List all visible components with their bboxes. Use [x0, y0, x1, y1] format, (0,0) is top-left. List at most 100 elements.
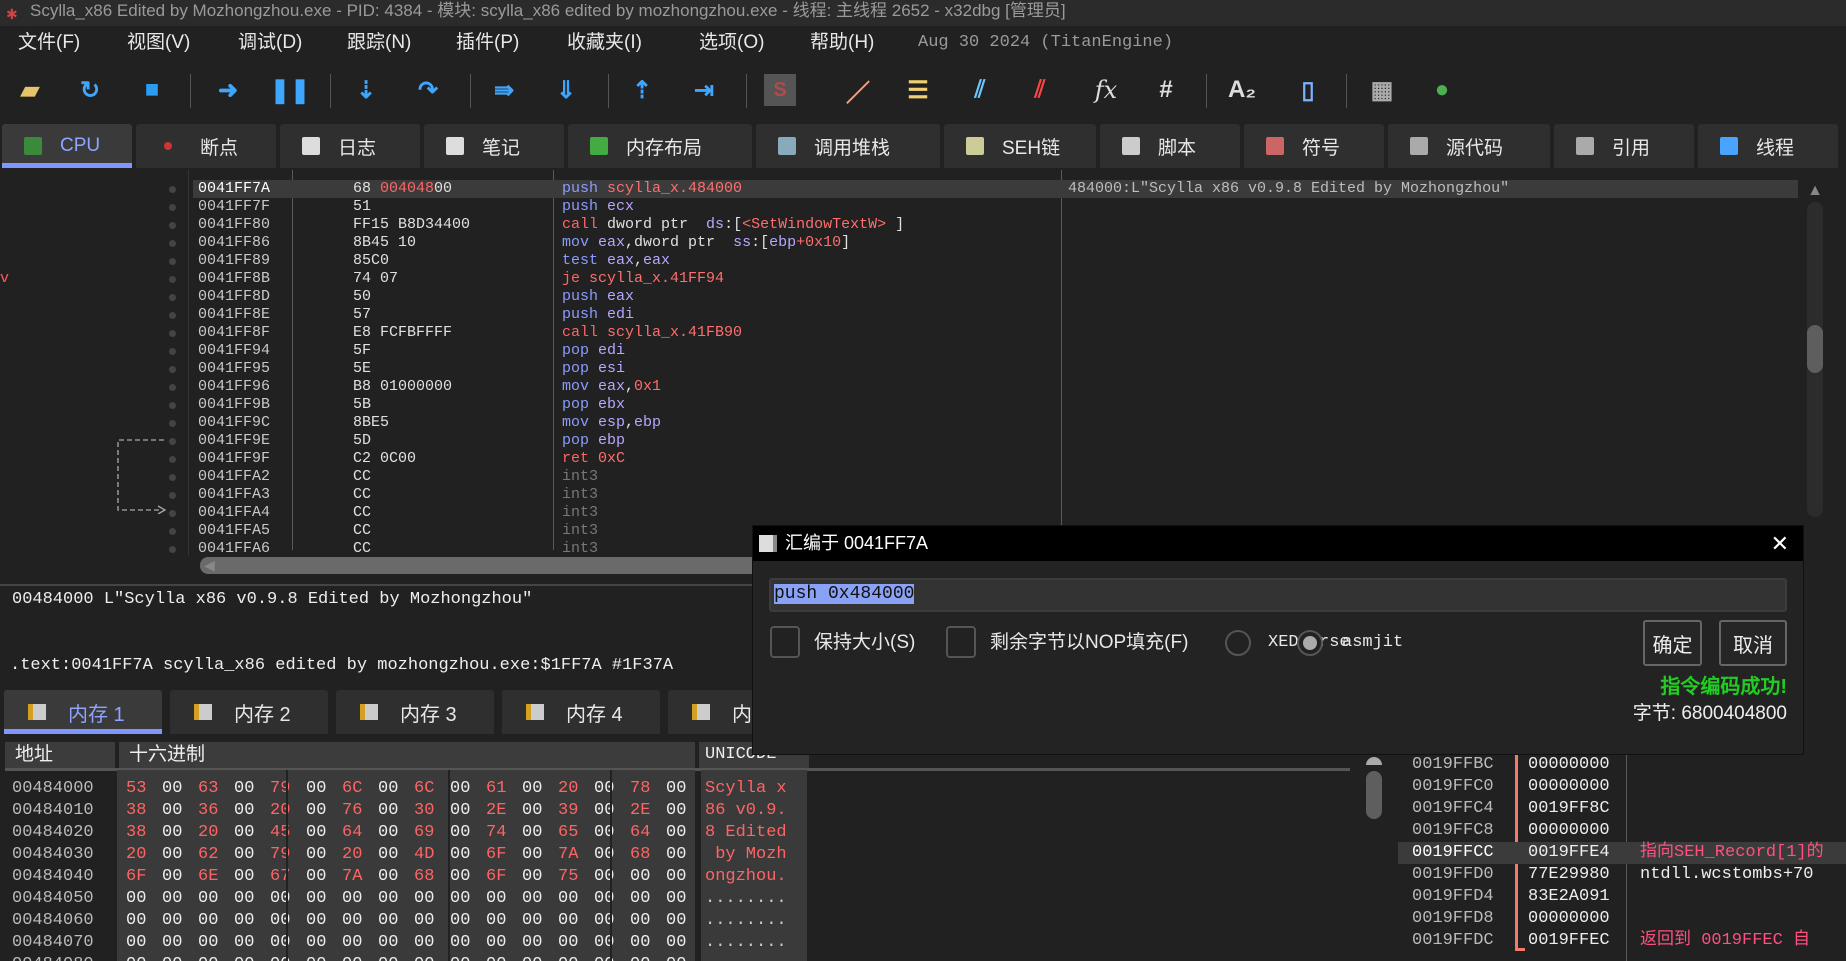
dump-byte[interactable]: 00 [666, 778, 686, 800]
breakpoint-marker[interactable] [169, 204, 176, 211]
dump-byte[interactable]: 00 [162, 954, 182, 961]
menu-item[interactable]: 调试(D) [238, 30, 302, 56]
menu-item[interactable]: 选项(O) [699, 30, 764, 56]
dump-byte[interactable]: 6F [486, 844, 506, 866]
tab-4[interactable]: 内存布局 [568, 124, 752, 168]
fill-nop-label[interactable]: 剩余字节以NOP填充(F) [990, 630, 1188, 656]
breakpoint-marker[interactable] [169, 492, 176, 499]
dump-byte[interactable]: 00 [162, 910, 182, 932]
dump-byte[interactable]: 00 [306, 888, 326, 910]
disasm-row[interactable]: 0041FF8E 57 push edi [0, 306, 1800, 324]
stack-row[interactable]: 0019FFD8 00000000 [1398, 908, 1846, 930]
dump-byte[interactable]: 00 [378, 822, 398, 844]
keep-size-label[interactable]: 保持大小(S) [814, 630, 915, 656]
dump-byte[interactable]: 53 [126, 778, 146, 800]
disasm-row[interactable]: 0041FF80 FF15 B8D34400 call dword ptr ds:[… [0, 216, 1800, 234]
dump-tab-4[interactable]: 内存 4 [502, 690, 660, 734]
dump-byte[interactable]: 00 [306, 800, 326, 822]
dump-byte[interactable]: 00 [666, 954, 686, 961]
dump-byte[interactable]: 00 [450, 844, 470, 866]
stack-scrollbar[interactable] [1363, 753, 1385, 961]
dump-byte[interactable]: 74 [486, 822, 506, 844]
breakpoint-marker[interactable] [169, 186, 176, 193]
breakpoint-marker[interactable] [169, 330, 176, 337]
dump-byte[interactable]: 00 [522, 866, 542, 888]
dump-byte[interactable]: 00 [342, 910, 362, 932]
asmjit-radio[interactable] [1297, 630, 1323, 656]
menu-item[interactable]: 收藏夹(I) [567, 30, 642, 56]
dump-byte[interactable]: 20 [558, 778, 578, 800]
dump-byte[interactable]: 68 [630, 844, 650, 866]
dump-byte[interactable]: 20 [126, 844, 146, 866]
dump-byte[interactable]: 00 [558, 910, 578, 932]
tab-2[interactable]: 日志 [280, 124, 420, 168]
disasm-row[interactable]: 0041FF8B v 74 07 je scylla_x.41FF94 [0, 270, 1800, 288]
dump-header-hex[interactable]: 十六进制 [119, 742, 695, 768]
dump-byte[interactable]: 20 [198, 822, 218, 844]
dump-byte[interactable]: 00 [378, 866, 398, 888]
dump-byte[interactable]: 2E [486, 800, 506, 822]
dump-byte[interactable]: 00 [234, 888, 254, 910]
dump-byte[interactable]: 00 [234, 778, 254, 800]
disassembly-view[interactable]: ▲ 0041FF7A 68 00404800 push scylla_x.48400… [0, 170, 1830, 556]
breakpoint-marker[interactable] [169, 456, 176, 463]
dump-byte[interactable]: 00 [666, 932, 686, 954]
dump-byte[interactable]: 00 [666, 800, 686, 822]
dump-byte[interactable]: 00 [522, 778, 542, 800]
stop-icon[interactable]: ■ [136, 74, 168, 106]
breakpoint-marker[interactable] [169, 258, 176, 265]
dump-byte[interactable]: 00 [450, 866, 470, 888]
dump-tab-3[interactable]: 内存 3 [336, 690, 494, 734]
calculator-icon[interactable]: ▦ [1366, 74, 1398, 106]
disasm-row[interactable]: 0041FF95 5E pop esi [0, 360, 1800, 378]
comment-icon[interactable]: ☰ [902, 74, 934, 106]
menu-item[interactable]: 视图(V) [127, 30, 190, 56]
open-icon[interactable]: ▰ [14, 74, 46, 106]
dump-byte[interactable]: 38 [126, 822, 146, 844]
dump-byte[interactable]: 00 [486, 932, 506, 954]
dump-byte[interactable]: 00 [630, 932, 650, 954]
dump-byte[interactable]: 00 [162, 844, 182, 866]
tab-11[interactable]: 线程 [1698, 124, 1838, 168]
breakpoint-marker[interactable] [169, 294, 176, 301]
dump-byte[interactable]: 64 [630, 822, 650, 844]
dump-byte[interactable]: 00 [486, 888, 506, 910]
breakpoint-marker[interactable] [169, 276, 176, 283]
dump-byte[interactable]: 00 [162, 888, 182, 910]
label-icon[interactable]: ⫽ [964, 74, 996, 106]
attach-icon[interactable]: ▯ [1292, 74, 1324, 106]
dump-byte[interactable]: 00 [162, 932, 182, 954]
dump-byte[interactable]: 00 [558, 888, 578, 910]
dump-byte[interactable]: 00 [306, 932, 326, 954]
disasm-row[interactable]: 0041FF9C 8BE5 mov esp,ebp [0, 414, 1800, 432]
dump-byte[interactable]: 00 [630, 888, 650, 910]
dump-byte[interactable]: 39 [558, 800, 578, 822]
bookmark-icon[interactable]: ⫽ [1024, 74, 1056, 106]
dump-byte[interactable]: 00 [450, 800, 470, 822]
tab-3[interactable]: 笔记 [424, 124, 564, 168]
dump-byte[interactable]: 65 [558, 822, 578, 844]
disasm-row[interactable]: 0041FF9E 5D pop ebp [0, 432, 1800, 450]
fill-nop-checkbox[interactable] [946, 626, 976, 658]
breakpoint-marker[interactable] [169, 366, 176, 373]
breakpoint-marker[interactable] [169, 510, 176, 517]
dump-byte[interactable]: 00 [522, 954, 542, 961]
dump-byte[interactable]: 00 [666, 866, 686, 888]
dump-byte[interactable]: 00 [342, 932, 362, 954]
tab-8[interactable]: 符号 [1244, 124, 1384, 168]
tab-9[interactable]: 源代码 [1388, 124, 1550, 168]
dump-byte[interactable]: 00 [378, 910, 398, 932]
dump-byte[interactable]: 00 [630, 954, 650, 961]
hash-icon[interactable]: # [1150, 74, 1182, 106]
step-over-icon[interactable]: ↷ [412, 74, 444, 106]
dump-byte[interactable]: 00 [126, 932, 146, 954]
dump-byte[interactable]: 61 [486, 778, 506, 800]
stack-row[interactable]: 0019FFC8 00000000 [1398, 820, 1846, 842]
breakpoint-marker[interactable] [169, 312, 176, 319]
dump-byte[interactable]: 6C [414, 778, 434, 800]
stack-row[interactable]: 0019FFD0 77E29980 ntdll.wcstombs+70 [1398, 864, 1846, 886]
disasm-row[interactable]: 0041FF86 8B45 10 mov eax,dword ptr ss:[ebp… [0, 234, 1800, 252]
breakpoint-marker[interactable] [169, 384, 176, 391]
step-into-icon[interactable]: ⇣ [350, 74, 382, 106]
disasm-row[interactable]: 0041FF7F 51 push ecx [0, 198, 1800, 216]
